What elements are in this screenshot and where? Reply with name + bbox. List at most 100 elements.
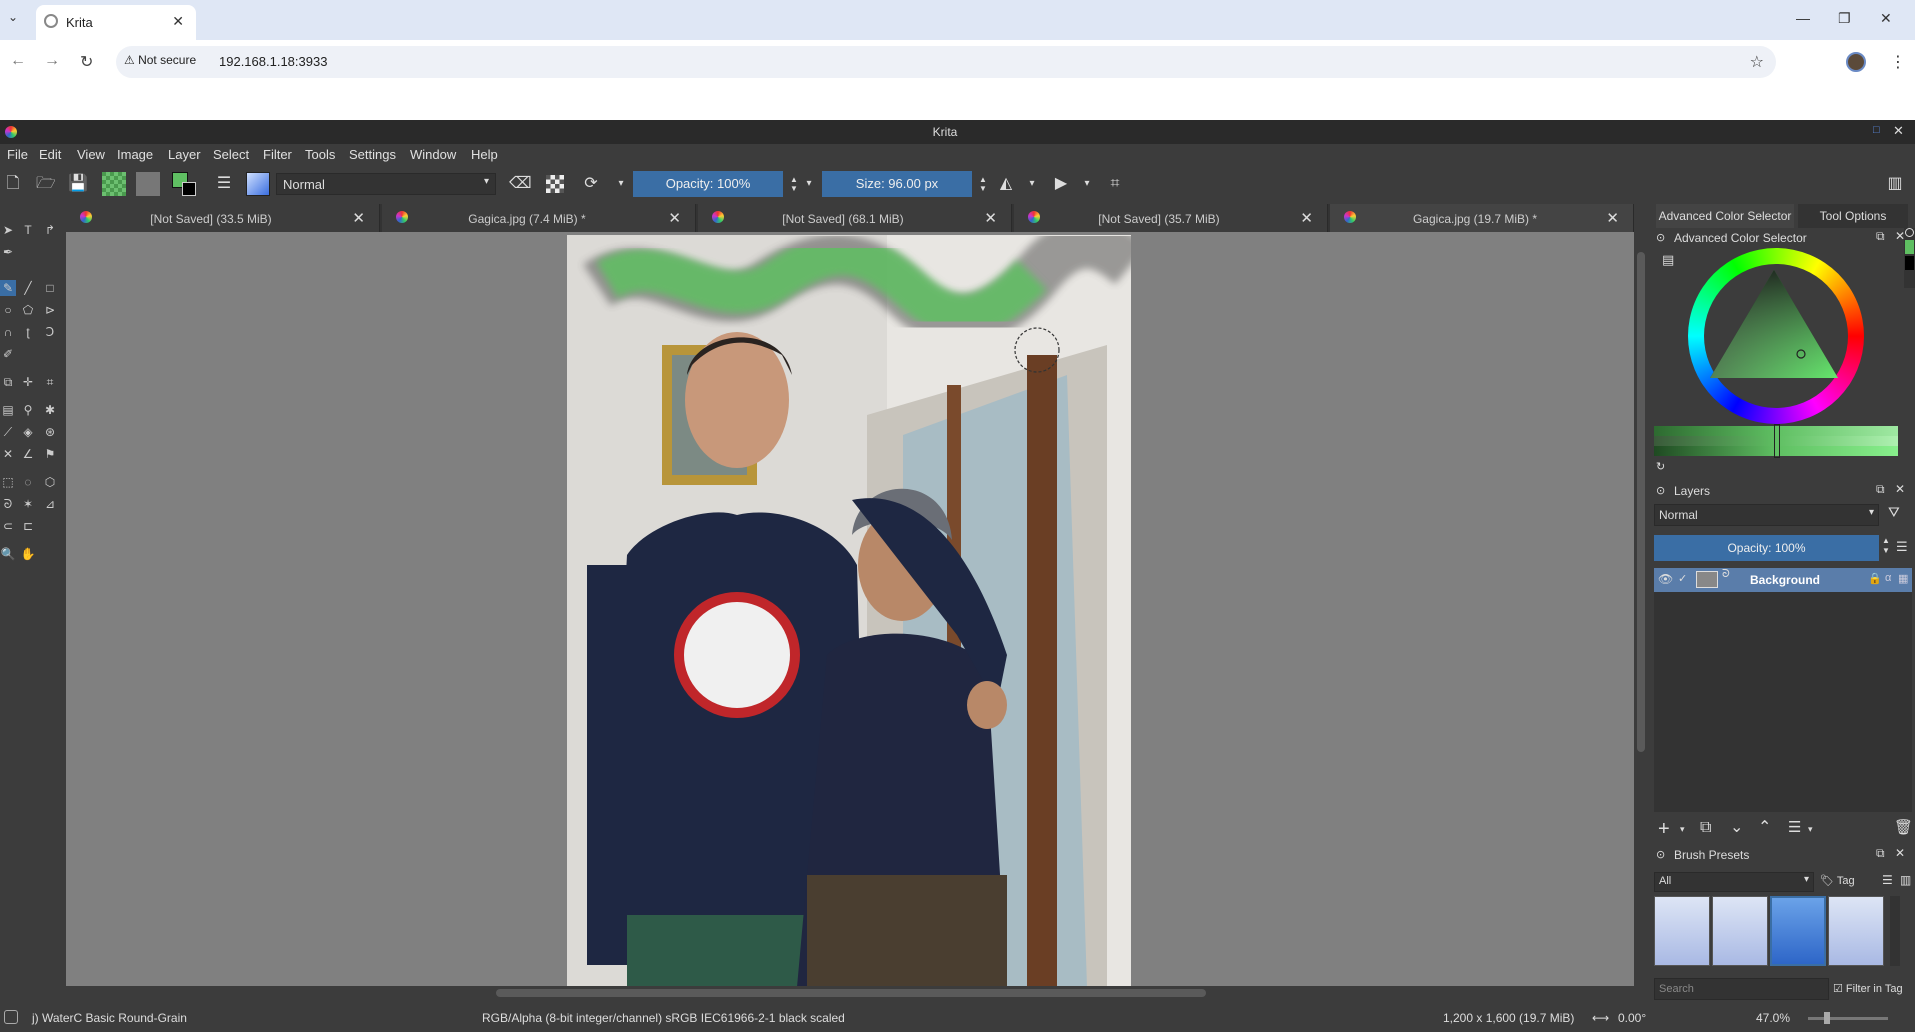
layer-opacity-slider[interactable]: Opacity: 100%: [1654, 535, 1879, 561]
ellipse-select-icon[interactable]: ◌: [20, 474, 36, 490]
alpha-icon[interactable]: α: [1885, 572, 1891, 584]
workspace-icon[interactable]: ▥: [1886, 175, 1904, 193]
measure-tool-icon[interactable]: ✕: [0, 446, 16, 462]
close-docker-icon[interactable]: ✕: [1895, 846, 1905, 860]
bookmark-star-icon[interactable]: ☆: [1750, 52, 1764, 72]
address-bar[interactable]: ⚠ Not secure 192.168.1.18:3933 ☆: [116, 46, 1776, 78]
restore-icon[interactable]: ❐: [1838, 10, 1851, 27]
delete-layer-icon[interactable]: 🗑: [1894, 818, 1913, 836]
brush-scrollbar[interactable]: [1890, 896, 1900, 966]
float-docker-icon[interactable]: ⧉: [1876, 229, 1885, 244]
not-secure-badge[interactable]: ⚠ Not secure: [124, 53, 196, 67]
menu-select[interactable]: Select: [213, 147, 249, 162]
layer-properties-icon[interactable]: ☰: [1788, 818, 1801, 836]
close-icon[interactable]: ✕: [984, 209, 997, 227]
brush-preset-2[interactable]: [1712, 896, 1768, 966]
freehand-brush-icon[interactable]: ✎: [0, 280, 16, 296]
freehand-path-icon[interactable]: ʈ: [20, 324, 36, 340]
add-layer-icon[interactable]: +: [1658, 818, 1670, 841]
pan-tool-icon[interactable]: ✋: [20, 546, 36, 562]
brush-size-slider[interactable]: Size: 96.00 px: [822, 171, 972, 197]
gradient-preset-icon[interactable]: [102, 172, 126, 196]
canvas-area[interactable]: [66, 232, 1634, 987]
doc-tab-3[interactable]: [Not Saved] (68.1 MiB) ✕: [698, 204, 1012, 232]
brush-preset-1[interactable]: [1654, 896, 1710, 966]
layer-opacity-stepper-icon[interactable]: ▲ ▼: [1882, 536, 1890, 556]
chevron-down-icon[interactable]: ▾: [800, 175, 818, 193]
menu-filter[interactable]: Filter: [263, 147, 292, 162]
scrollbar-thumb[interactable]: [1637, 252, 1645, 752]
zoom-slider[interactable]: [1808, 1012, 1888, 1024]
line-tool-icon[interactable]: ╱: [20, 280, 36, 296]
duplicate-layer-icon[interactable]: ⧉: [1700, 819, 1711, 837]
enclose-fill-icon[interactable]: ⊛: [42, 424, 58, 440]
rectangle-tool-icon[interactable]: □: [42, 280, 58, 296]
doc-tab-5-active[interactable]: Gagica.jpg (19.7 MiB) * ✕: [1330, 204, 1634, 232]
zoom-tool-icon[interactable]: 🔍: [0, 546, 16, 562]
transform-tool-icon[interactable]: ⧉: [0, 374, 16, 390]
eraser-icon[interactable]: ⌫: [509, 175, 532, 193]
select-shape-icon[interactable]: ➤: [0, 222, 16, 238]
doc-tab-4[interactable]: [Not Saved] (35.7 MiB) ✕: [1014, 204, 1328, 232]
profile-avatar[interactable]: [1846, 52, 1866, 72]
zoom-slider-handle[interactable]: [1824, 1012, 1830, 1024]
menu-layer[interactable]: Layer: [168, 147, 201, 162]
menu-window[interactable]: Window: [410, 147, 456, 162]
chevron-down-icon[interactable]: ▾: [612, 175, 630, 193]
brush-preset-thumb[interactable]: [246, 172, 270, 196]
tag-button[interactable]: 🏷 Tag: [1820, 874, 1855, 887]
close-icon[interactable]: ✕: [1606, 209, 1619, 227]
float-docker-icon[interactable]: ⧉: [1876, 846, 1885, 861]
reference-tool-icon[interactable]: ⚑: [42, 446, 58, 462]
layer-row-background[interactable]: 👁 ✓ ᘐ Background 🔒 α ▦: [1654, 568, 1912, 592]
polygon-tool-icon[interactable]: ⬠: [20, 302, 36, 318]
size-stepper-icon[interactable]: ▲ ▼: [974, 175, 992, 193]
similar-select-icon[interactable]: ⊿: [42, 496, 58, 512]
doc-tab-2[interactable]: Gagica.jpg (7.4 MiB) * ✕: [382, 204, 696, 232]
bezier-select-icon[interactable]: ⊂: [0, 518, 16, 534]
close-app-icon[interactable]: ✕: [1893, 123, 1904, 139]
brush-preset-3-selected[interactable]: [1770, 896, 1826, 966]
menu-image[interactable]: Image: [117, 147, 153, 162]
dynamic-brush-icon[interactable]: Ↄ: [42, 324, 58, 340]
text-tool-icon[interactable]: T: [20, 222, 36, 238]
open-folder-icon[interactable]: 🗁: [36, 175, 56, 193]
assistant-tool-icon[interactable]: ⟋: [0, 424, 16, 440]
menu-view[interactable]: View: [77, 147, 105, 162]
move-tool-icon[interactable]: ✛: [20, 374, 36, 390]
lock-docker-icon[interactable]: ⊙: [1656, 848, 1665, 861]
gradient-tool-icon[interactable]: ▤: [0, 402, 16, 418]
close-icon[interactable]: ✕: [668, 209, 681, 227]
brush-search-input[interactable]: Search: [1654, 978, 1829, 1000]
blend-mode-select[interactable]: Normal ▾: [276, 173, 496, 195]
filter-in-tag-checkbox[interactable]: ☑ Filter in Tag: [1833, 982, 1903, 995]
lock-docker-icon[interactable]: ⊙: [1656, 231, 1665, 244]
multibrush-icon[interactable]: ✐: [0, 346, 16, 362]
close-tab-icon[interactable]: ✕: [172, 13, 184, 30]
back-icon[interactable]: ←: [10, 52, 26, 70]
forward-icon[interactable]: →: [44, 52, 60, 70]
history-color-swatch[interactable]: [1905, 240, 1914, 254]
close-icon[interactable]: ✕: [1300, 209, 1313, 227]
mirror-vertical-icon[interactable]: ▶: [1052, 175, 1070, 193]
refresh-icon[interactable]: ↻: [1656, 460, 1665, 473]
browser-menu-icon[interactable]: ⋮: [1890, 52, 1906, 72]
close-icon[interactable]: ✕: [352, 209, 365, 227]
rotation-icon[interactable]: ⟷: [1592, 1011, 1609, 1025]
ellipse-tool-icon[interactable]: ○: [0, 302, 16, 318]
polyline-tool-icon[interactable]: ⊳: [42, 302, 58, 318]
scrollbar-thumb[interactable]: [496, 989, 1206, 997]
color-settings-icon[interactable]: ▤: [1662, 252, 1674, 268]
selection-mode-icon[interactable]: [4, 1010, 18, 1024]
bezier-tool-icon[interactable]: ∩: [0, 324, 16, 340]
minimize-icon[interactable]: —: [1796, 10, 1810, 26]
menu-help[interactable]: Help: [471, 147, 498, 162]
tab-list-chevron-icon[interactable]: ⌄: [8, 10, 18, 24]
close-window-icon[interactable]: ✕: [1880, 10, 1892, 27]
chevron-down-icon[interactable]: ▾: [1078, 175, 1096, 193]
smart-patch-icon[interactable]: ✱: [42, 402, 58, 418]
tab-tool-options[interactable]: Tool Options: [1798, 204, 1908, 228]
menu-tools[interactable]: Tools: [305, 147, 335, 162]
brush-preset-4[interactable]: [1828, 896, 1884, 966]
freehand-select-icon[interactable]: ᘐ: [0, 496, 16, 512]
